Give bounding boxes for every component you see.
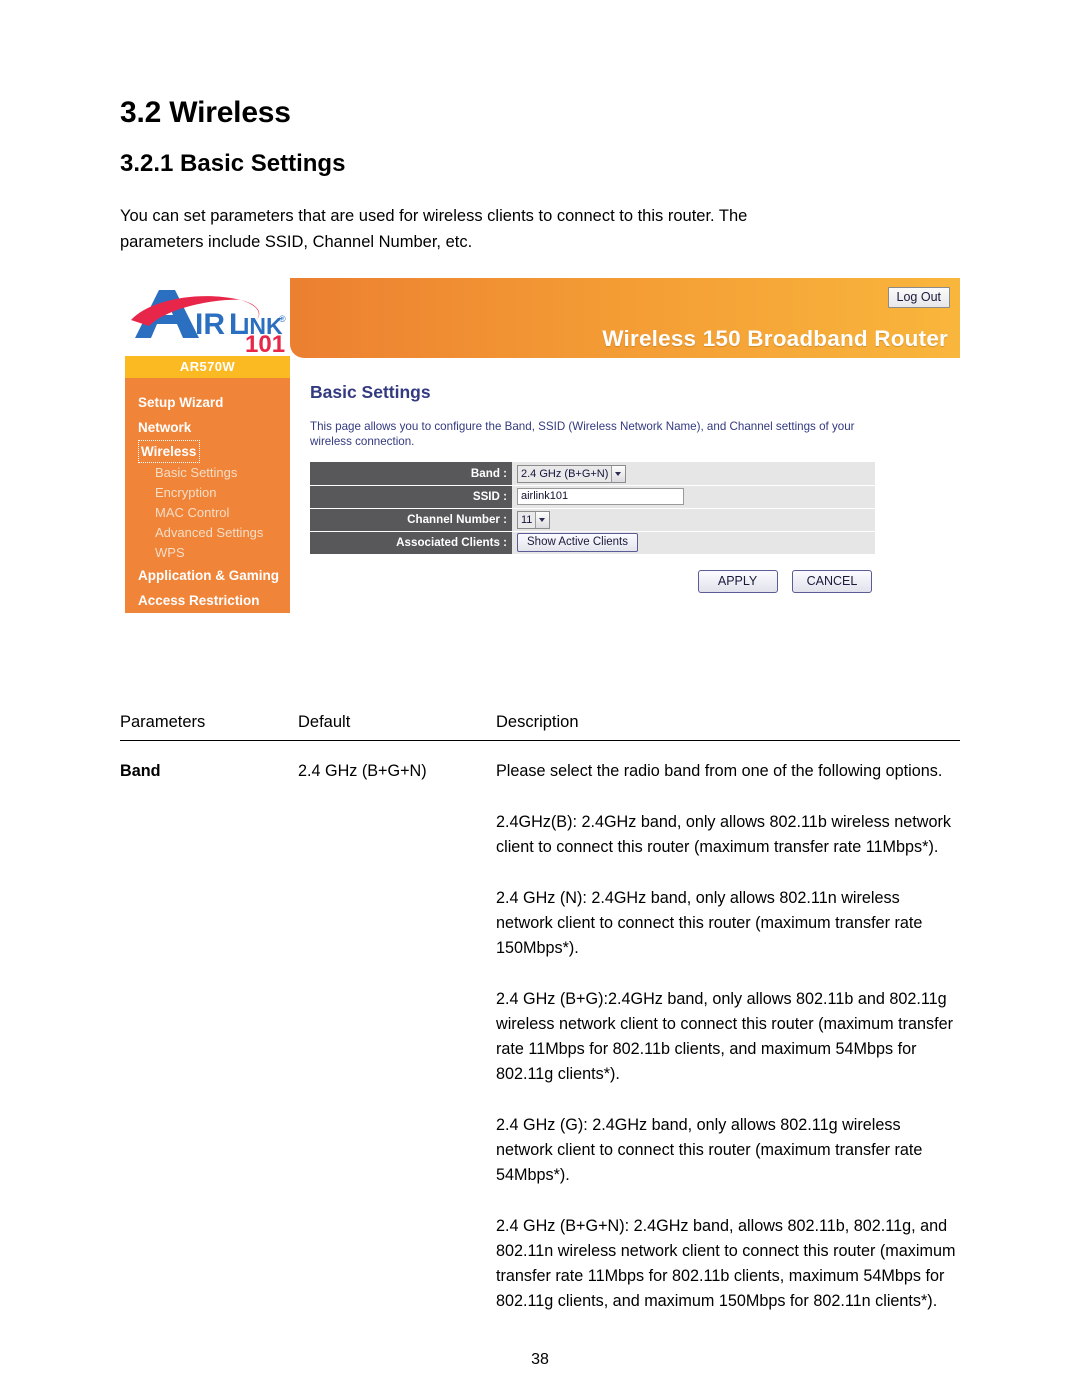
router-banner: Log Out Wireless 150 Broadband Router — [290, 278, 960, 359]
chevron-down-icon — [535, 511, 550, 528]
band-value-cell: 2.4 GHz (B+G+N) — [512, 462, 875, 486]
apply-button[interactable]: APPLY — [697, 569, 778, 593]
channel-number-select-value: 11 — [518, 511, 536, 528]
svg-text:101: 101 — [245, 331, 285, 354]
sidebar-item-wireless[interactable]: Wireless — [138, 440, 201, 464]
sidebar-item-setup-wizard[interactable]: Setup Wizard — [125, 390, 290, 415]
band-label: Band : — [310, 462, 512, 486]
channel-number-value-cell: 11 — [512, 508, 875, 532]
table-header-row: Parameters Default Description — [120, 704, 960, 742]
subsection-heading: 3.2.1 Basic Settings — [120, 150, 346, 177]
form-action-row: APPLY CANCEL — [310, 569, 875, 593]
channel-number-select[interactable]: 11 — [517, 510, 551, 529]
ssid-value-cell — [512, 485, 875, 509]
cancel-button[interactable]: CANCEL — [792, 569, 872, 593]
sidebar-item-basic-settings[interactable]: Basic Settings — [125, 463, 290, 483]
ssid-label: SSID : — [310, 485, 512, 509]
description-paragraph: 2.4GHz(B): 2.4GHz band, only allows 802.… — [496, 813, 951, 857]
description-paragraph: 2.4 GHz (G): 2.4GHz band, only allows 80… — [496, 1116, 923, 1185]
sidebar-item-mac-control[interactable]: MAC Control — [125, 503, 290, 523]
description-paragraph: 2.4 GHz (B+G):2.4GHz band, only allows 8… — [496, 990, 954, 1084]
section-heading: 3.2 Wireless — [120, 96, 291, 129]
svg-text:IR: IR — [195, 308, 225, 341]
airlink101-logo: IR L INK ® 101 — [125, 278, 290, 357]
log-out-button[interactable]: Log Out — [887, 287, 950, 309]
sidebar-item-wps[interactable]: WPS — [125, 543, 290, 563]
router-web-ui-screenshot: IR L INK ® 101 AR570W Setup Wizard Netwo… — [125, 278, 960, 691]
sidebar-item-status[interactable]: Status — [125, 663, 290, 688]
document-page: 3.2 Wireless 3.2.1 Basic Settings You ca… — [0, 0, 1080, 1397]
sidebar-item-application-gaming[interactable]: Application & Gaming — [125, 563, 290, 588]
sidebar-item-network[interactable]: Network — [125, 415, 290, 440]
column-header-default: Default — [298, 704, 496, 742]
wireless-settings-form: Band : 2.4 GHz (B+G+N) SSID : airlink101… — [310, 462, 875, 555]
chevron-down-icon — [611, 465, 626, 482]
panel-title: Basic Settings — [310, 382, 431, 403]
parameters-table: Parameters Default Description Band 2.4 … — [120, 704, 960, 1314]
band-select-value: 2.4 GHz (B+G+N) — [518, 465, 612, 482]
column-header-parameters: Parameters — [120, 704, 298, 742]
table-row: Band 2.4 GHz (B+G+N) Please select the r… — [120, 741, 960, 1315]
form-row-ssid: SSID : — [310, 485, 875, 509]
airlink101-logo-svg: IR L INK ® 101 — [131, 290, 286, 354]
panel-description: This page allows you to configure the Ba… — [310, 420, 855, 449]
sidebar-item-security[interactable]: Security — [125, 613, 290, 638]
svg-text:®: ® — [279, 314, 286, 324]
router-model-label: AR570W — [125, 356, 290, 379]
form-row-band: Band : 2.4 GHz (B+G+N) — [310, 462, 875, 486]
sidebar-item-advanced-settings[interactable]: Advanced Settings — [125, 523, 290, 543]
router-sidebar-nav: Setup Wizard Network Wireless Basic Sett… — [125, 378, 290, 683]
ssid-input[interactable] — [517, 488, 684, 506]
description-paragraph: Please select the radio band from one of… — [496, 762, 943, 781]
router-product-title: Wireless 150 Broadband Router — [602, 326, 948, 352]
row-default-value: 2.4 GHz (B+G+N) — [298, 762, 427, 781]
sidebar-item-administration[interactable]: Administration — [125, 638, 290, 663]
associated-clients-value-cell: Show Active Clients — [512, 531, 875, 555]
column-header-description: Description — [496, 704, 960, 742]
band-select[interactable]: 2.4 GHz (B+G+N) — [517, 464, 627, 483]
form-row-associated-clients: Associated Clients : Show Active Clients — [310, 531, 875, 555]
page-number: 38 — [531, 1351, 549, 1368]
sidebar-item-access-restriction[interactable]: Access Restriction — [125, 588, 290, 613]
description-paragraph: 2.4 GHz (B+G+N): 2.4GHz band, allows 802… — [496, 1217, 956, 1311]
row-parameter-name: Band — [120, 762, 161, 781]
channel-number-label: Channel Number : — [310, 508, 512, 532]
sidebar-item-encryption[interactable]: Encryption — [125, 483, 290, 503]
form-row-channel-number: Channel Number : 11 — [310, 508, 875, 532]
router-ui-main-column: Log Out Wireless 150 Broadband Router Ba… — [290, 278, 960, 690]
intro-paragraph: You can set parameters that are used for… — [120, 207, 748, 252]
associated-clients-label: Associated Clients : — [310, 531, 512, 555]
row-description: Please select the radio band from one of… — [496, 741, 960, 1315]
basic-settings-panel: Basic Settings This page allows you to c… — [290, 358, 960, 593]
description-paragraph: 2.4 GHz (N): 2.4GHz band, only allows 80… — [496, 889, 923, 958]
show-active-clients-button[interactable]: Show Active Clients — [517, 533, 638, 553]
